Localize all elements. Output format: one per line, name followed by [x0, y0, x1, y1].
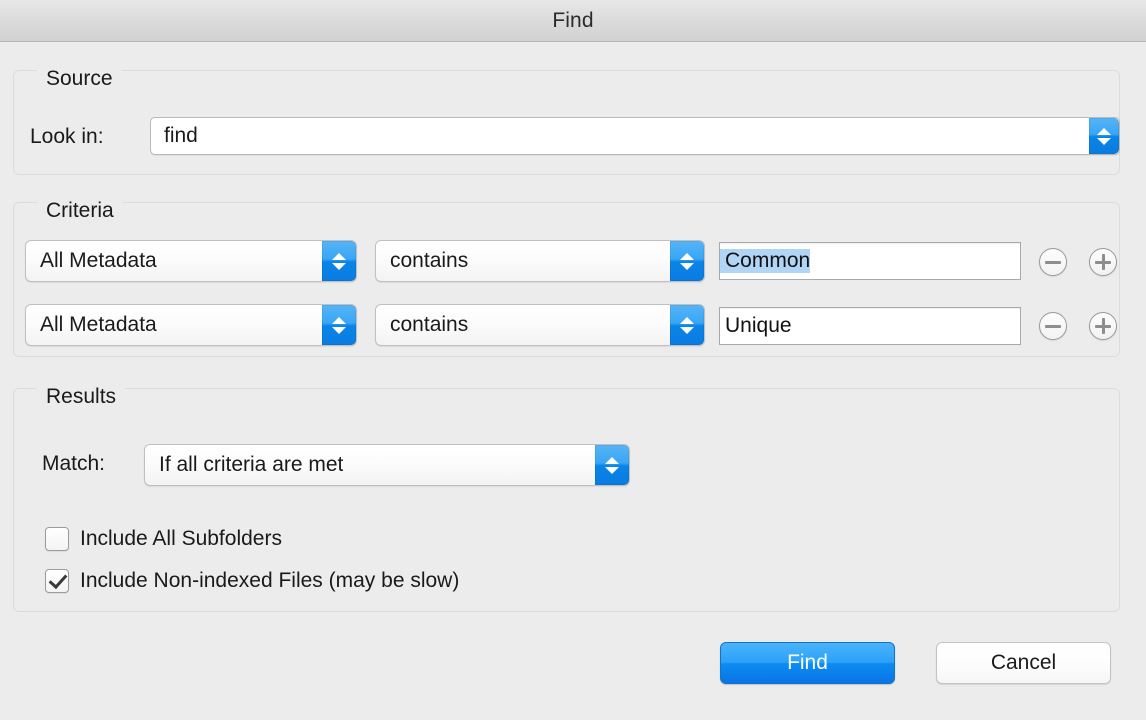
- look-in-stepper-icon[interactable]: [1089, 118, 1119, 154]
- include-all-subfolders-checkbox[interactable]: [45, 527, 69, 551]
- criteria-row-1-add-button[interactable]: [1089, 248, 1117, 276]
- results-group-label: Results: [37, 386, 125, 407]
- criteria-row-2-operator-value: contains: [376, 313, 468, 337]
- find-button[interactable]: Find: [720, 642, 895, 684]
- match-stepper-icon[interactable]: [595, 445, 629, 485]
- chevron-up-icon: [680, 317, 694, 324]
- include-non-indexed-files-checkbox-row[interactable]: Include Non-indexed Files (may be slow): [45, 569, 459, 593]
- chevron-down-icon: [1097, 138, 1111, 145]
- minus-icon: [1045, 261, 1061, 264]
- criteria-row-2-remove-button[interactable]: [1039, 312, 1067, 340]
- criteria-row-1-operator-value: contains: [376, 249, 468, 273]
- plus-icon-vertical: [1102, 254, 1105, 270]
- look-in-label: Look in:: [30, 125, 104, 149]
- match-value: If all criteria are met: [145, 453, 343, 477]
- criteria-row-1-remove-button[interactable]: [1039, 248, 1067, 276]
- include-all-subfolders-checkbox-row[interactable]: Include All Subfolders: [45, 527, 282, 551]
- match-popup[interactable]: If all criteria are met: [144, 444, 630, 486]
- source-group-label: Source: [37, 68, 122, 89]
- chevron-down-icon: [680, 263, 694, 270]
- criteria-row-2-operator-stepper-icon[interactable]: [670, 305, 704, 345]
- criteria-row-2-add-button[interactable]: [1089, 312, 1117, 340]
- chevron-down-icon: [332, 263, 346, 270]
- chevron-up-icon: [332, 253, 346, 260]
- criteria-row-2-attribute-stepper-icon[interactable]: [322, 305, 356, 345]
- window-title: Find: [0, 9, 1146, 33]
- cancel-button[interactable]: Cancel: [936, 642, 1111, 684]
- criteria-row-2-attribute-value: All Metadata: [26, 313, 157, 337]
- look-in-value: find: [151, 124, 198, 148]
- plus-icon-vertical: [1102, 318, 1105, 334]
- criteria-row-1-value-input[interactable]: Common: [719, 242, 1021, 280]
- chevron-down-icon: [332, 327, 346, 334]
- criteria-row-1-operator-popup[interactable]: contains: [375, 240, 705, 282]
- criteria-row-2-value-input[interactable]: Unique: [719, 307, 1021, 345]
- criteria-group-label: Criteria: [37, 200, 123, 221]
- criteria-row-1-attribute-value: All Metadata: [26, 249, 157, 273]
- chevron-down-icon: [680, 327, 694, 334]
- criteria-row-1-operator-stepper-icon[interactable]: [670, 241, 704, 281]
- include-non-indexed-files-checkbox[interactable]: [45, 569, 69, 593]
- match-label: Match:: [42, 452, 105, 476]
- minus-icon: [1045, 325, 1061, 328]
- criteria-row-2-attribute-popup[interactable]: All Metadata: [25, 304, 357, 346]
- chevron-up-icon: [605, 457, 619, 464]
- criteria-row-2-value-text: Unique: [720, 314, 792, 338]
- checkmark-icon: [49, 570, 68, 589]
- criteria-row-1-attribute-stepper-icon[interactable]: [322, 241, 356, 281]
- include-non-indexed-files-label: Include Non-indexed Files (may be slow): [80, 569, 459, 593]
- chevron-down-icon: [605, 467, 619, 474]
- include-all-subfolders-label: Include All Subfolders: [80, 527, 282, 551]
- chevron-up-icon: [1097, 128, 1111, 135]
- criteria-row-1-value-text: Common: [720, 249, 810, 273]
- criteria-row-1-attribute-popup[interactable]: All Metadata: [25, 240, 357, 282]
- chevron-up-icon: [332, 317, 346, 324]
- look-in-combobox[interactable]: find: [150, 117, 1120, 155]
- window-titlebar: Find: [0, 0, 1146, 42]
- chevron-up-icon: [680, 253, 694, 260]
- criteria-row-2-operator-popup[interactable]: contains: [375, 304, 705, 346]
